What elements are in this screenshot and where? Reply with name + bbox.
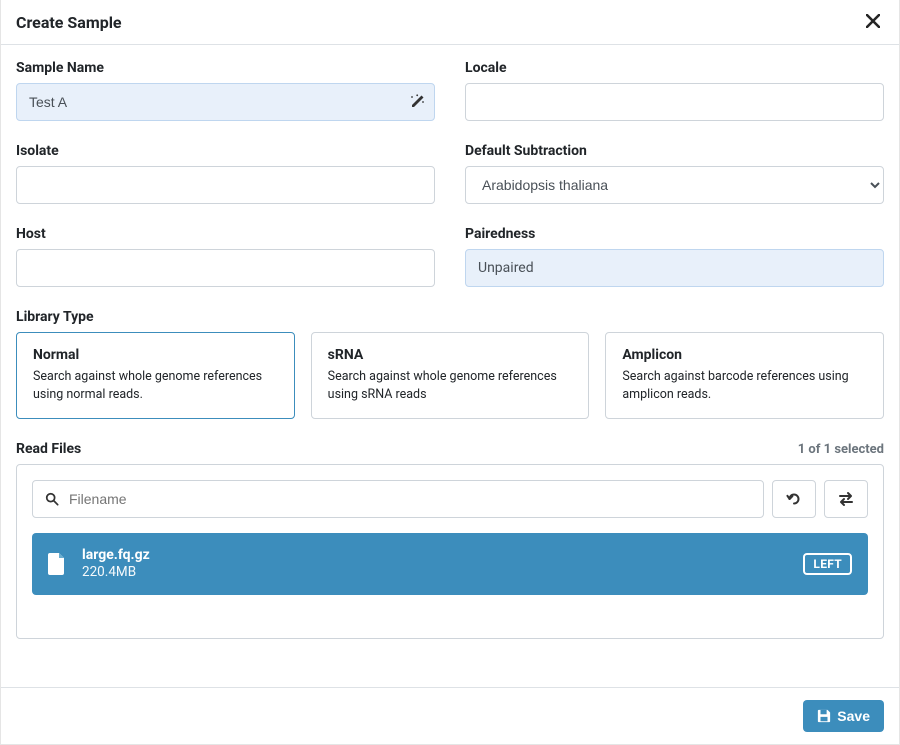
- file-icon: [48, 553, 66, 575]
- sample-name-label: Sample Name: [16, 60, 435, 76]
- library-option-title: Normal: [33, 347, 278, 363]
- isolate-label: Isolate: [16, 143, 435, 159]
- save-icon: [817, 709, 831, 723]
- swap-icon: [837, 491, 855, 507]
- swap-button[interactable]: [824, 480, 868, 518]
- library-option-desc: Search against whole genome references u…: [328, 368, 573, 404]
- save-button[interactable]: Save: [803, 700, 884, 732]
- isolate-input[interactable]: [16, 166, 435, 204]
- modal-footer: Save: [1, 687, 899, 744]
- form-row: Sample Name Locale: [16, 60, 884, 121]
- form-group-default-subtraction: Default Subtraction Arabidopsis thaliana: [465, 143, 884, 204]
- pairedness-value: Unpaired: [465, 249, 884, 287]
- read-files-box: large.fq.gz 220.4MB LEFT: [16, 464, 884, 639]
- sample-name-input-group: [16, 83, 435, 121]
- read-files-section: Read Files 1 of 1 selected: [16, 441, 884, 639]
- read-files-header: Read Files 1 of 1 selected: [16, 441, 884, 457]
- magic-wand-icon: [409, 94, 425, 110]
- library-option-normal[interactable]: Normal Search against whole genome refer…: [16, 332, 295, 419]
- search-icon: [45, 492, 59, 506]
- form-group-host: Host: [16, 226, 435, 287]
- host-label: Host: [16, 226, 435, 242]
- magic-wand-button[interactable]: [409, 94, 425, 110]
- library-option-desc: Search against whole genome references u…: [33, 368, 278, 404]
- library-option-title: sRNA: [328, 347, 573, 363]
- read-file-info: large.fq.gz 220.4MB: [82, 546, 803, 582]
- locale-input[interactable]: [465, 83, 884, 121]
- read-files-count: 1 of 1 selected: [798, 442, 884, 457]
- library-type-label: Library Type: [16, 309, 884, 325]
- read-file-item[interactable]: large.fq.gz 220.4MB LEFT: [32, 533, 868, 595]
- undo-button[interactable]: [772, 480, 816, 518]
- form-group-locale: Locale: [465, 60, 884, 121]
- host-input[interactable]: [16, 249, 435, 287]
- read-file-badge: LEFT: [803, 553, 852, 575]
- form-group-pairedness: Pairedness Unpaired: [465, 226, 884, 287]
- close-button[interactable]: [862, 12, 884, 32]
- read-files-label: Read Files: [16, 441, 81, 457]
- library-option-desc: Search against barcode references using …: [622, 368, 867, 404]
- read-file-size: 220.4MB: [82, 564, 803, 582]
- library-option-title: Amplicon: [622, 347, 867, 363]
- close-icon: [866, 14, 880, 28]
- library-type-options: Normal Search against whole genome refer…: [16, 332, 884, 419]
- read-files-search[interactable]: [32, 480, 764, 518]
- save-button-label: Save: [837, 708, 870, 724]
- library-option-amplicon[interactable]: Amplicon Search against barcode referenc…: [605, 332, 884, 419]
- read-files-search-input[interactable]: [69, 491, 753, 507]
- default-subtraction-label: Default Subtraction: [465, 143, 884, 159]
- create-sample-modal: Create Sample Sample Name: [0, 0, 900, 745]
- read-file-name: large.fq.gz: [82, 546, 803, 564]
- library-option-srna[interactable]: sRNA Search against whole genome referen…: [311, 332, 590, 419]
- form-group-sample-name: Sample Name: [16, 60, 435, 121]
- read-files-toolbar: [32, 480, 868, 518]
- modal-body: Sample Name Locale: [1, 45, 899, 687]
- locale-label: Locale: [465, 60, 884, 76]
- undo-icon: [786, 491, 802, 507]
- modal-title: Create Sample: [16, 13, 122, 32]
- pairedness-label: Pairedness: [465, 226, 884, 242]
- form-row: Isolate Default Subtraction Arabidopsis …: [16, 143, 884, 204]
- default-subtraction-select[interactable]: Arabidopsis thaliana: [465, 166, 884, 204]
- form-row: Host Pairedness Unpaired: [16, 226, 884, 287]
- library-type-section: Library Type Normal Search against whole…: [16, 309, 884, 419]
- form-group-isolate: Isolate: [16, 143, 435, 204]
- modal-header: Create Sample: [1, 0, 899, 45]
- sample-name-input[interactable]: [16, 83, 435, 121]
